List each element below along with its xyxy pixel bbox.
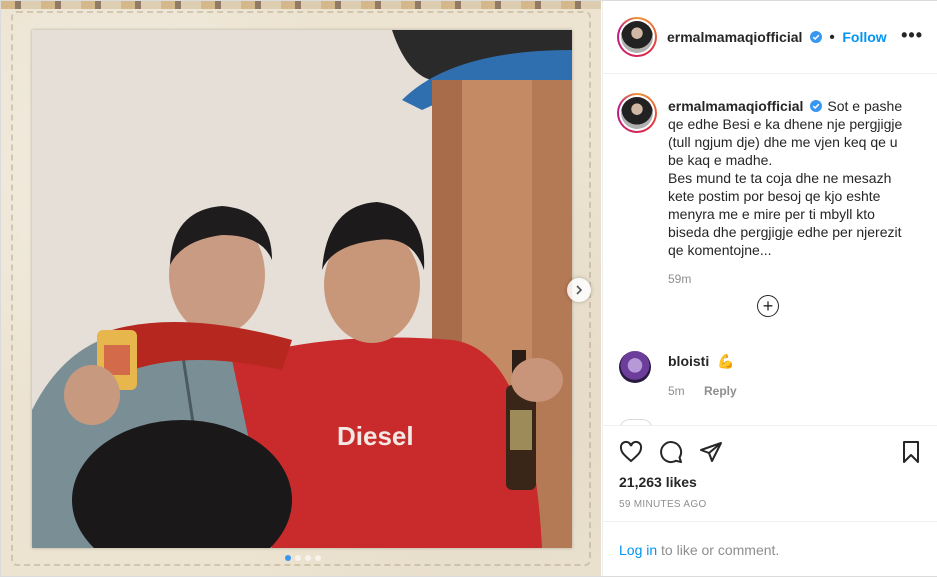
heart-icon[interactable]: [619, 440, 643, 464]
post-photo: Diesel: [32, 30, 572, 548]
comment-text: 💪: [717, 353, 735, 369]
load-more-comments-button[interactable]: +: [757, 295, 779, 317]
comment-username[interactable]: bloisti: [668, 353, 709, 369]
comments-section: ermalmamaqiofficial Sot e pashe qe edhe B…: [603, 73, 937, 425]
comment-bubble-icon[interactable]: [659, 440, 683, 464]
author-username[interactable]: ermalmamaqiofficial: [667, 29, 802, 45]
post-header: ermalmamaqiofficial • Follow •••: [603, 1, 937, 74]
carousel-dot: [285, 555, 291, 561]
caption-author-username[interactable]: ermalmamaqiofficial: [668, 98, 803, 114]
paper-plane-icon[interactable]: [699, 440, 723, 464]
caption-author-avatar[interactable]: [617, 93, 657, 133]
carousel-dot: [295, 555, 301, 561]
post-timestamp: 59 MINUTES AGO: [619, 499, 707, 510]
verified-badge-icon: [810, 100, 823, 112]
post-media[interactable]: Diesel: [1, 1, 601, 576]
post-side-panel: ermalmamaqiofficial • Follow ••• ermalma…: [602, 1, 937, 576]
login-link[interactable]: Log in: [619, 542, 657, 558]
carousel-dot: [305, 555, 311, 561]
likes-count[interactable]: 21,263 likes: [619, 474, 697, 490]
caption-paragraph-2: Bes mund te ta coja dhe ne mesazh kete p…: [668, 170, 902, 258]
chevron-right-icon: [576, 285, 583, 295]
verified-badge-icon: [809, 31, 822, 43]
author-avatar[interactable]: [617, 17, 657, 57]
next-photo-button[interactable]: [567, 278, 591, 302]
shirt-logo-text: Diesel: [337, 421, 414, 451]
comment-meta: 5m Reply: [668, 384, 737, 398]
comment-body: bloisti 💪: [668, 353, 735, 370]
carousel-dot: [315, 555, 321, 561]
carousel-indicator: [285, 555, 321, 561]
login-prompt-text: to like or comment.: [657, 542, 780, 558]
plus-icon: +: [762, 296, 774, 316]
comment-timestamp: 5m: [668, 384, 685, 398]
post-actions: 21,263 likes 59 MINUTES AGO: [603, 425, 937, 522]
post-caption: ermalmamaqiofficial Sot e pashe qe edhe B…: [668, 97, 913, 259]
login-prompt: Log in to like or comment.: [603, 521, 937, 577]
follow-button[interactable]: Follow: [842, 29, 886, 45]
caption-timestamp: 59m: [668, 272, 692, 286]
bookmark-icon[interactable]: [899, 440, 923, 464]
decorative-strip: [1, 1, 601, 9]
comment-avatar[interactable]: [619, 351, 651, 383]
reply-button[interactable]: Reply: [704, 384, 737, 398]
more-options-button[interactable]: •••: [901, 25, 923, 46]
separator-dot: •: [829, 29, 835, 46]
